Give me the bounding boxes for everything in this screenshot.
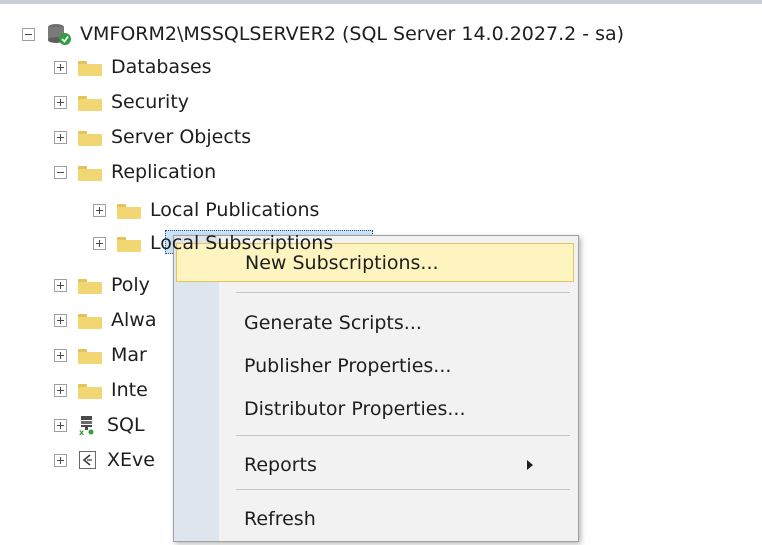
expand-icon[interactable]	[93, 236, 106, 250]
menu-item-publisher-properties[interactable]: Publisher Properties...	[176, 346, 574, 385]
folder-icon	[78, 347, 102, 364]
node-label: SQL	[107, 414, 145, 436]
node-label: Alwa	[111, 309, 157, 331]
tree-node-local-publications[interactable]: Local Publications	[93, 195, 319, 225]
expand-icon[interactable]	[54, 418, 67, 432]
menu-separator	[236, 435, 570, 436]
tree-node-polybase[interactable]: Poly	[54, 270, 150, 300]
node-label: Server Objects	[111, 126, 252, 148]
collapse-icon[interactable]	[22, 27, 35, 41]
node-label: Local Publications	[150, 199, 320, 221]
expand-icon[interactable]	[54, 278, 67, 292]
expand-icon[interactable]	[54, 95, 67, 109]
folder-icon	[78, 94, 102, 111]
expand-icon[interactable]	[54, 453, 67, 467]
node-label: Local Subscriptions	[150, 232, 334, 254]
menu-item-generate-scripts[interactable]: Generate Scripts...	[176, 303, 574, 342]
tree-node-management[interactable]: Mar	[54, 340, 147, 370]
node-label: Mar	[111, 344, 147, 366]
menu-item-label: Distributor Properties...	[244, 397, 466, 420]
folder-icon	[78, 312, 102, 329]
folder-icon	[78, 129, 102, 146]
svg-text:x: x	[79, 428, 85, 435]
node-label: Security	[111, 91, 190, 113]
expand-icon[interactable]	[54, 348, 67, 362]
folder-icon	[117, 235, 141, 252]
folder-icon	[78, 277, 102, 294]
expand-icon[interactable]	[54, 130, 67, 144]
collapse-icon[interactable]	[54, 165, 67, 179]
menu-item-label: Refresh	[244, 507, 316, 530]
folder-icon	[78, 59, 102, 76]
tree-node-always-on[interactable]: Alwa	[54, 305, 156, 335]
tree-node-integration-services[interactable]: Inte	[54, 375, 148, 405]
submenu-arrow-icon	[527, 460, 533, 470]
context-menu: New Subscriptions... Generate Scripts...…	[173, 235, 579, 542]
menu-item-label: Generate Scripts...	[244, 311, 422, 334]
sql-agent-icon: x	[79, 416, 94, 435]
expand-icon[interactable]	[93, 203, 106, 217]
expand-icon[interactable]	[54, 60, 67, 74]
node-label: XEve	[107, 449, 155, 471]
node-label: Poly	[111, 274, 150, 296]
node-label: Databases	[111, 56, 212, 78]
expand-icon[interactable]	[54, 383, 67, 397]
folder-icon	[78, 382, 102, 399]
tree-node-server[interactable]: VMFORM2\MSSQLSERVER2 (SQL Server 14.0.20…	[22, 19, 624, 49]
menu-item-label: New Subscriptions...	[245, 251, 439, 274]
node-label: Inte	[111, 379, 148, 401]
menu-item-distributor-properties[interactable]: Distributor Properties...	[176, 389, 574, 428]
tree-node-replication[interactable]: Replication	[54, 157, 216, 187]
expand-icon[interactable]	[54, 313, 67, 327]
menu-item-label: Publisher Properties...	[244, 354, 452, 377]
menu-separator	[236, 489, 570, 490]
menu-item-reports[interactable]: Reports	[176, 445, 574, 484]
tree-node-local-subscriptions[interactable]: Local Subscriptions	[93, 228, 333, 258]
folder-icon	[117, 202, 141, 219]
server-label: VMFORM2\MSSQLSERVER2 (SQL Server 14.0.20…	[80, 23, 625, 45]
menu-item-refresh[interactable]: Refresh	[176, 499, 574, 538]
node-label: Replication	[111, 161, 217, 183]
xevent-profiler-icon	[79, 451, 96, 469]
tree-node-security[interactable]: Security	[54, 87, 189, 117]
menu-separator	[236, 292, 570, 293]
server-connected-icon	[48, 24, 71, 45]
folder-icon	[78, 164, 102, 181]
menu-item-label: Reports	[244, 453, 317, 476]
tree-node-databases[interactable]: Databases	[54, 52, 212, 82]
tree-node-server-objects[interactable]: Server Objects	[54, 122, 251, 152]
tree-node-xevent-profiler[interactable]: XEve	[54, 445, 155, 475]
tree-node-sql-agent[interactable]: x SQL	[54, 410, 145, 440]
